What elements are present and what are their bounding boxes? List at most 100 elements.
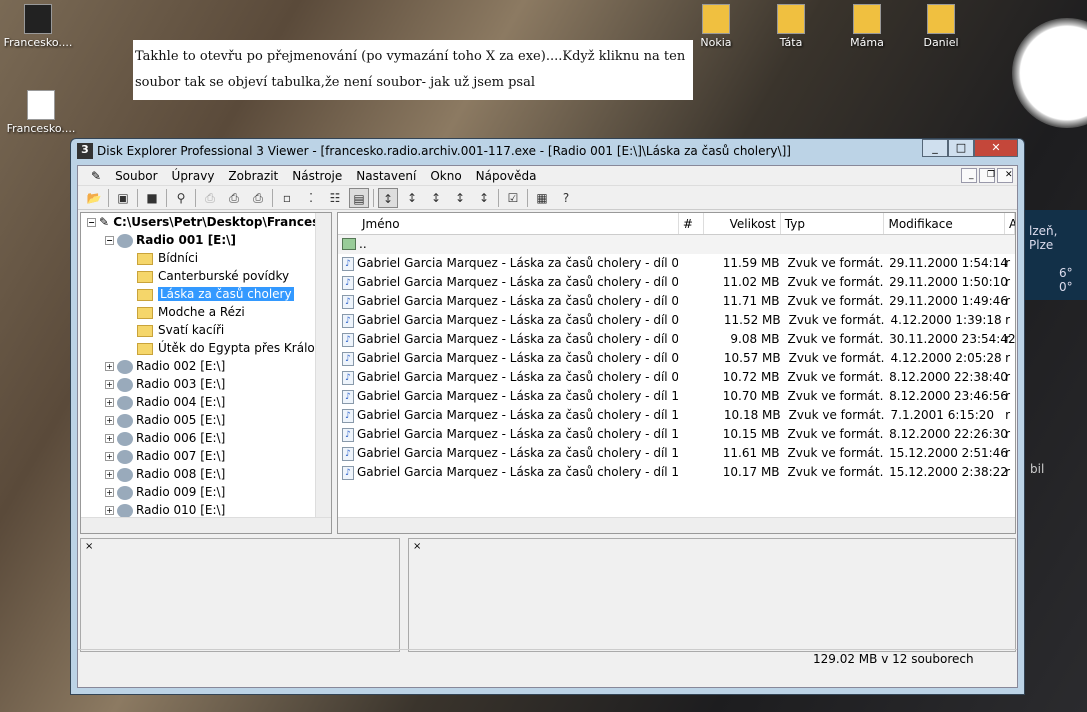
menu-doc-icon[interactable]: ✎ (84, 169, 108, 183)
tree-disk[interactable]: + Radio 004 [E:\] (81, 393, 331, 411)
print-preview-icon[interactable]: ⎙ (224, 188, 244, 208)
close-button[interactable]: ✕ (974, 139, 1018, 157)
sort-type-icon[interactable]: ↕ (450, 188, 470, 208)
expand-icon[interactable]: + (105, 470, 114, 479)
mdi-restore-button[interactable]: ❐ (979, 168, 995, 183)
tree-label: Láska za časů cholery (158, 287, 294, 301)
menu-nastroje[interactable]: Nástroje (285, 169, 349, 183)
file-row[interactable]: ♪ Gabriel Garcia Marquez - Láska za časů … (338, 368, 1015, 387)
file-list[interactable]: Jméno # Velikost Typ Modifikace A .. ♪Ga… (337, 212, 1016, 534)
column-type[interactable]: Typ (781, 213, 885, 234)
desktop-icon-mama[interactable]: Máma (832, 4, 902, 49)
disk-icon[interactable]: ■ (142, 188, 162, 208)
expand-icon[interactable]: + (105, 434, 114, 443)
close-pane-icon[interactable]: × (413, 541, 421, 552)
file-row[interactable]: ♪ Gabriel Garcia Marquez - Láska za časů … (338, 273, 1015, 292)
file-row[interactable]: ♪ Gabriel Garcia Marquez - Láska za časů … (338, 387, 1015, 406)
collapse-icon[interactable]: − (87, 218, 96, 227)
open-icon[interactable]: 📂 (84, 188, 104, 208)
find-icon[interactable]: ⚲ (171, 188, 191, 208)
mdi-close-button[interactable]: ✕ (997, 168, 1013, 183)
separator (373, 188, 374, 207)
audio-file-icon: ♪ (342, 256, 354, 271)
minimize-button[interactable]: _ (922, 139, 948, 157)
file-row[interactable]: ♪ Gabriel Garcia Marquez - Láska za časů … (338, 444, 1015, 463)
tree-disk[interactable]: + Radio 009 [E:\] (81, 483, 331, 501)
tree-vertical-scrollbar[interactable] (315, 213, 331, 517)
close-pane-icon[interactable]: × (85, 541, 93, 552)
expand-icon[interactable]: + (105, 398, 114, 407)
tree-label: Radio 003 [E:\] (136, 377, 226, 391)
sort-size-icon[interactable]: ↕ (426, 188, 446, 208)
parent-folder-row[interactable]: .. (338, 235, 1015, 254)
tree-folder[interactable]: Bídníci (81, 249, 331, 267)
sort-name-icon[interactable]: ↕ (378, 187, 398, 208)
file-row[interactable]: ♪ Gabriel Garcia Marquez - Láska za časů … (338, 425, 1015, 444)
sort-date-icon[interactable]: ↕ (474, 188, 494, 208)
new-folder-icon[interactable]: ▣ (113, 188, 133, 208)
expand-icon[interactable]: + (105, 488, 114, 497)
tree-folder[interactable]: Canterburské povídky (81, 267, 331, 285)
tree-folder[interactable]: Svatí kacíři (81, 321, 331, 339)
app-icon[interactable]: 3 (77, 143, 93, 159)
properties-icon[interactable]: ☑ (503, 188, 523, 208)
tree-folder[interactable]: Útěk do Egypta přes Královstv (81, 339, 331, 357)
expand-icon[interactable]: + (105, 506, 114, 515)
expand-icon[interactable]: + (105, 362, 114, 371)
folder-tree[interactable]: − ✎ C:\Users\Petr\Desktop\Francesko. − Rad… (80, 212, 332, 534)
menu-soubor[interactable]: Soubor (108, 169, 164, 183)
file-row[interactable]: ♪ Gabriel Garcia Marquez - Láska za časů … (338, 349, 1015, 368)
sort-number-icon[interactable]: ↕ (402, 188, 422, 208)
tree-disk[interactable]: + Radio 005 [E:\] (81, 411, 331, 429)
file-row[interactable]: ♪ Gabriel Garcia Marquez - Láska za časů … (338, 292, 1015, 311)
title-bar[interactable]: 3 Disk Explorer Professional 3 Viewer - … (71, 139, 1024, 163)
desktop-icon-francesko-file[interactable]: Francesko.... (6, 90, 76, 135)
tree-disk[interactable]: + Radio 007 [E:\] (81, 447, 331, 465)
menu-upravy[interactable]: Úpravy (165, 169, 222, 183)
large-icons-icon[interactable]: ▫ (277, 188, 297, 208)
file-row[interactable]: ♪ Gabriel Garcia Marquez - Láska za časů … (338, 463, 1015, 482)
menu-zobrazit[interactable]: Zobrazit (221, 169, 285, 183)
tree-root[interactable]: − ✎ C:\Users\Petr\Desktop\Francesko. (81, 213, 331, 231)
print-icon[interactable]: ⎙ (200, 188, 220, 208)
tree-disk[interactable]: + Radio 003 [E:\] (81, 375, 331, 393)
list-icon[interactable]: ☷ (325, 188, 345, 208)
tree-disk-radio-001[interactable]: − Radio 001 [E:\] (81, 231, 331, 249)
disc-icon (117, 503, 133, 518)
tree-disk[interactable]: + Radio 008 [E:\] (81, 465, 331, 483)
mdi-minimize-button[interactable]: _ (961, 168, 977, 183)
list-horizontal-scrollbar[interactable] (338, 517, 1015, 533)
file-type: Zvuk ve formát... (787, 465, 884, 479)
maximize-button[interactable]: □ (948, 139, 974, 157)
file-row[interactable]: ♪ Gabriel Garcia Marquez - Láska za časů … (338, 254, 1015, 273)
help-icon[interactable]: ? (556, 188, 576, 208)
menu-napoveda[interactable]: Nápověda (469, 169, 544, 183)
column-modified[interactable]: Modifikace (884, 213, 1005, 234)
desktop-icon-tata[interactable]: Táta (756, 4, 826, 49)
desktop-icon-daniel[interactable]: Daniel (906, 4, 976, 49)
desktop-icon-francesko-exe[interactable]: Francesko.... (3, 4, 73, 49)
details-icon[interactable]: ▤ (349, 187, 369, 208)
file-number (679, 349, 704, 368)
column-attributes[interactable]: A (1005, 213, 1015, 234)
menu-nastaveni[interactable]: Nastavení (349, 169, 423, 183)
small-icons-icon[interactable]: ⁚ (301, 188, 321, 208)
tree-folder[interactable]: Modche a Rézi (81, 303, 331, 321)
tree-horizontal-scrollbar[interactable] (81, 517, 331, 533)
tree-folder[interactable]: Láska za časů cholery (81, 285, 331, 303)
file-row[interactable]: ♪ Gabriel Garcia Marquez - Láska za časů … (338, 330, 1015, 349)
column-number[interactable]: # (679, 213, 704, 234)
expand-icon[interactable]: + (105, 380, 114, 389)
file-row[interactable]: ♪ Gabriel Garcia Marquez - Láska za časů … (338, 311, 1015, 330)
column-size[interactable]: Velikost (704, 213, 781, 234)
expand-icon[interactable]: + (105, 452, 114, 461)
column-name[interactable]: Jméno (338, 213, 679, 234)
menu-okno[interactable]: Okno (423, 169, 468, 183)
file-row[interactable]: ♪ Gabriel Garcia Marquez - Láska za časů … (338, 406, 1015, 425)
expand-icon[interactable]: + (105, 416, 114, 425)
scan-icon[interactable]: ▦ (532, 188, 552, 208)
tree-disk[interactable]: + Radio 002 [E:\] (81, 357, 331, 375)
print-setup-icon[interactable]: ⎙ (248, 188, 268, 208)
collapse-icon[interactable]: − (105, 236, 114, 245)
tree-disk[interactable]: + Radio 006 [E:\] (81, 429, 331, 447)
